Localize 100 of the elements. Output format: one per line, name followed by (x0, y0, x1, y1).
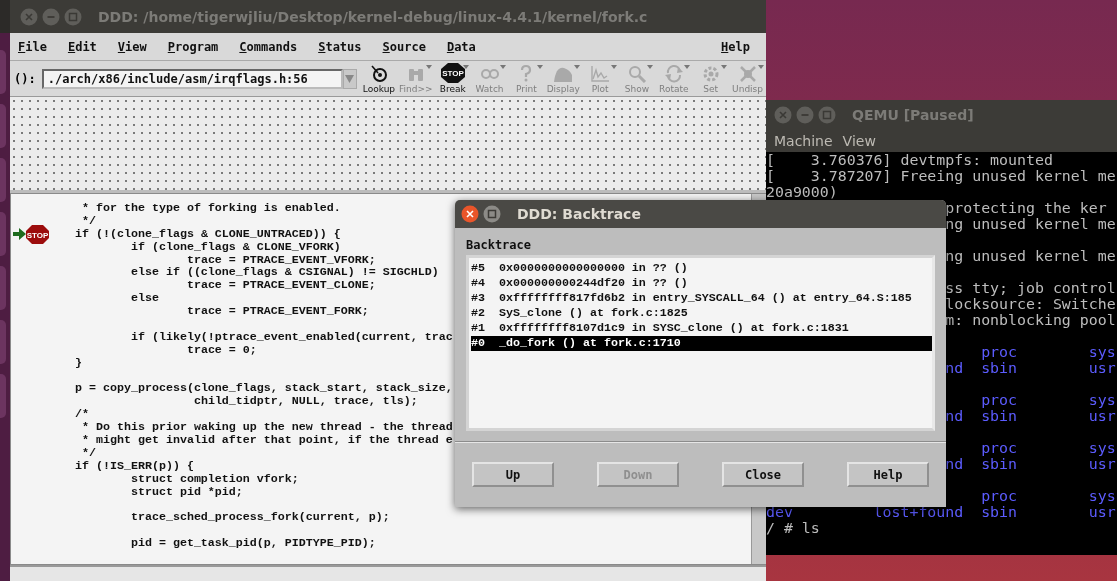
file-name: nd (945, 407, 964, 425)
code-line: * Do this prior waking up the new thread - the thread (81, 420, 453, 435)
code-line: trace = PTRACE_EVENT_VFORK; (186, 252, 376, 267)
code-line: if (!(clone_flags & CLONE_UNTRACED)) { (74, 226, 341, 241)
menu-item[interactable]: Data (446, 37, 476, 56)
code-line: } (74, 355, 82, 370)
stop-sign-icon: STOP (440, 63, 465, 83)
backtrace-row[interactable]: #0 _do_fork () at fork.c:1710 (471, 336, 932, 351)
file-name: usr (1088, 503, 1116, 521)
menu-item[interactable]: Commands (239, 37, 298, 56)
code-line: else (130, 291, 159, 306)
menu-item[interactable]: View (117, 37, 147, 56)
toolbar-button[interactable]: Lookup (360, 62, 398, 95)
code-line: */ (81, 445, 96, 460)
file-name: dev (766, 503, 793, 521)
code-line: if (clone_flags & CLONE_VFORK) (130, 239, 341, 254)
target-icon (368, 63, 389, 83)
magnifier-icon (627, 63, 647, 83)
frame-location: 0x000000000244df20 in ?? () (498, 276, 688, 291)
code-line: struct pid *pid; (130, 484, 243, 499)
console-text: ng unused kernel me (945, 216, 1116, 232)
argument-label: (): (14, 71, 36, 86)
list-label: Backtrace (466, 238, 533, 252)
file-name: nd (945, 455, 964, 473)
code-line: else if ((clone_flags & CSIGNAL) != SIGCHLD) (130, 265, 439, 280)
minimize-button[interactable] (796, 106, 814, 124)
console-text: 20a9000) (766, 184, 838, 200)
console-text: / # ls (766, 520, 820, 536)
menu-item[interactable]: Program (167, 37, 219, 56)
window-title: QEMU [Paused] (852, 107, 974, 123)
dialog-button[interactable]: Help (847, 462, 929, 487)
code-line: /* (74, 407, 89, 422)
file-name: usr (1088, 455, 1116, 473)
console-text: protecting the ker (945, 200, 1107, 216)
file-name: nd (945, 359, 964, 377)
code-line: trace = 0; (186, 342, 257, 357)
console-text: ss tty; job control (945, 280, 1116, 296)
rotate-icon (663, 63, 684, 83)
code-line: pid = get_task_pid(p, PIDTYPE_PID); (130, 536, 376, 551)
file-name: sbin (981, 407, 1018, 425)
console-text: m: nonblocking pool (945, 312, 1116, 328)
file-name: sbin (981, 455, 1018, 473)
menu-item[interactable]: File (18, 37, 47, 56)
frame-location: SyS_clone () at fork.c:1825 (498, 306, 688, 321)
frame-location: 0xffffffff8107d1c9 in SYSC_clone () at fork.c:1831 (498, 321, 849, 336)
menu-item[interactable]: View (842, 133, 876, 149)
backtrace-row[interactable]: #2 SyS_clone () at fork.c:1825 (471, 306, 932, 321)
stop-sign-icon: STOP (26, 224, 49, 244)
code-line: * might get invalid after that point, if the thread e (81, 433, 453, 448)
frame-location: _do_fork () at fork.c:1710 (498, 336, 681, 351)
toolbar-button[interactable]: STOP Break (434, 62, 472, 95)
maximize-button[interactable] (64, 7, 82, 26)
file-name: lost+found (873, 503, 964, 521)
frame-number: #3 (471, 291, 486, 306)
caret-icon (345, 74, 355, 83)
code-line: if (likely(!ptrace_event_enabled(current, trac (130, 329, 453, 344)
menu-item[interactable]: Edit (67, 37, 97, 56)
code-line: trace = PTRACE_EVENT_CLONE; (186, 278, 376, 293)
code-line: trace = PTRACE_EVENT_FORK; (186, 304, 369, 319)
frame-location: 0xffffffff817fd6b2 in entry_SYSCALL_64 () at entry_64.S:185 (498, 291, 912, 306)
code-line: if (!IS_ERR(p)) { (74, 458, 194, 473)
frame-number: #1 (471, 321, 486, 336)
frame-number: #0 (471, 336, 486, 351)
file-name: sys (1088, 343, 1116, 361)
dialog-button[interactable]: Close (722, 462, 804, 487)
console-text: locksource: Switche (945, 296, 1116, 312)
window-title: DDD: Backtrace (517, 206, 641, 222)
code-line: struct completion vfork; (130, 471, 299, 486)
frame-location: 0x0000000000000000 in ?? () (498, 261, 688, 276)
chart-icon (590, 63, 611, 83)
close-button[interactable] (461, 205, 479, 223)
file-name: proc (981, 343, 1018, 361)
maximize-button[interactable] (818, 106, 836, 124)
menu-item[interactable]: Help (721, 37, 750, 56)
code-line: p = copy_process(clone_flags, stack_start, stack_size, (74, 381, 453, 396)
backtrace-row[interactable]: #4 0x000000000244df20 in ?? () (471, 276, 932, 291)
frame-number: #2 (471, 306, 486, 321)
backtrace-row[interactable]: #1 0xffffffff8107d1c9 in SYSC_clone () at fork.c:1831 (471, 321, 932, 336)
console-text: [ 3.760376] devtmpfs: mounted (766, 152, 1053, 168)
menu-item[interactable]: Machine (774, 133, 833, 149)
cross-icon (737, 63, 758, 83)
file-name: usr (1088, 407, 1116, 425)
frame-number: #5 (471, 261, 486, 276)
minimize-button[interactable] (42, 7, 60, 26)
window-title: DDD: /home/tigerwjliu/Desktop/kernel-debug/linux-4.4.1/kernel/fork.c (98, 8, 648, 25)
backtrace-row[interactable]: #5 0x0000000000000000 in ?? () (471, 261, 932, 276)
dialog-button[interactable]: Up (472, 462, 554, 487)
file-name: sys (1088, 439, 1116, 457)
menu-item[interactable]: Source (382, 37, 426, 56)
menu-item[interactable]: Status (318, 37, 362, 56)
file-name: proc (981, 439, 1018, 457)
backtrace-row[interactable]: #3 0xffffffff817fd6b2 in entry_SYSCALL_64 () at entry_64.S:185 (471, 291, 932, 306)
console-text: [ 3.787207] Freeing unused kernel me (766, 168, 1116, 184)
frame-number: #4 (471, 276, 486, 291)
argument-field[interactable]: ./arch/x86/include/asm/irqflags.h:56 (41, 68, 343, 89)
file-name: usr (1088, 359, 1116, 377)
code-line: * for the type of forking is enabled. (81, 201, 341, 215)
file-name: proc (981, 487, 1018, 505)
console-text: ng unused kernel me (945, 248, 1116, 264)
file-name: sbin (981, 359, 1018, 377)
